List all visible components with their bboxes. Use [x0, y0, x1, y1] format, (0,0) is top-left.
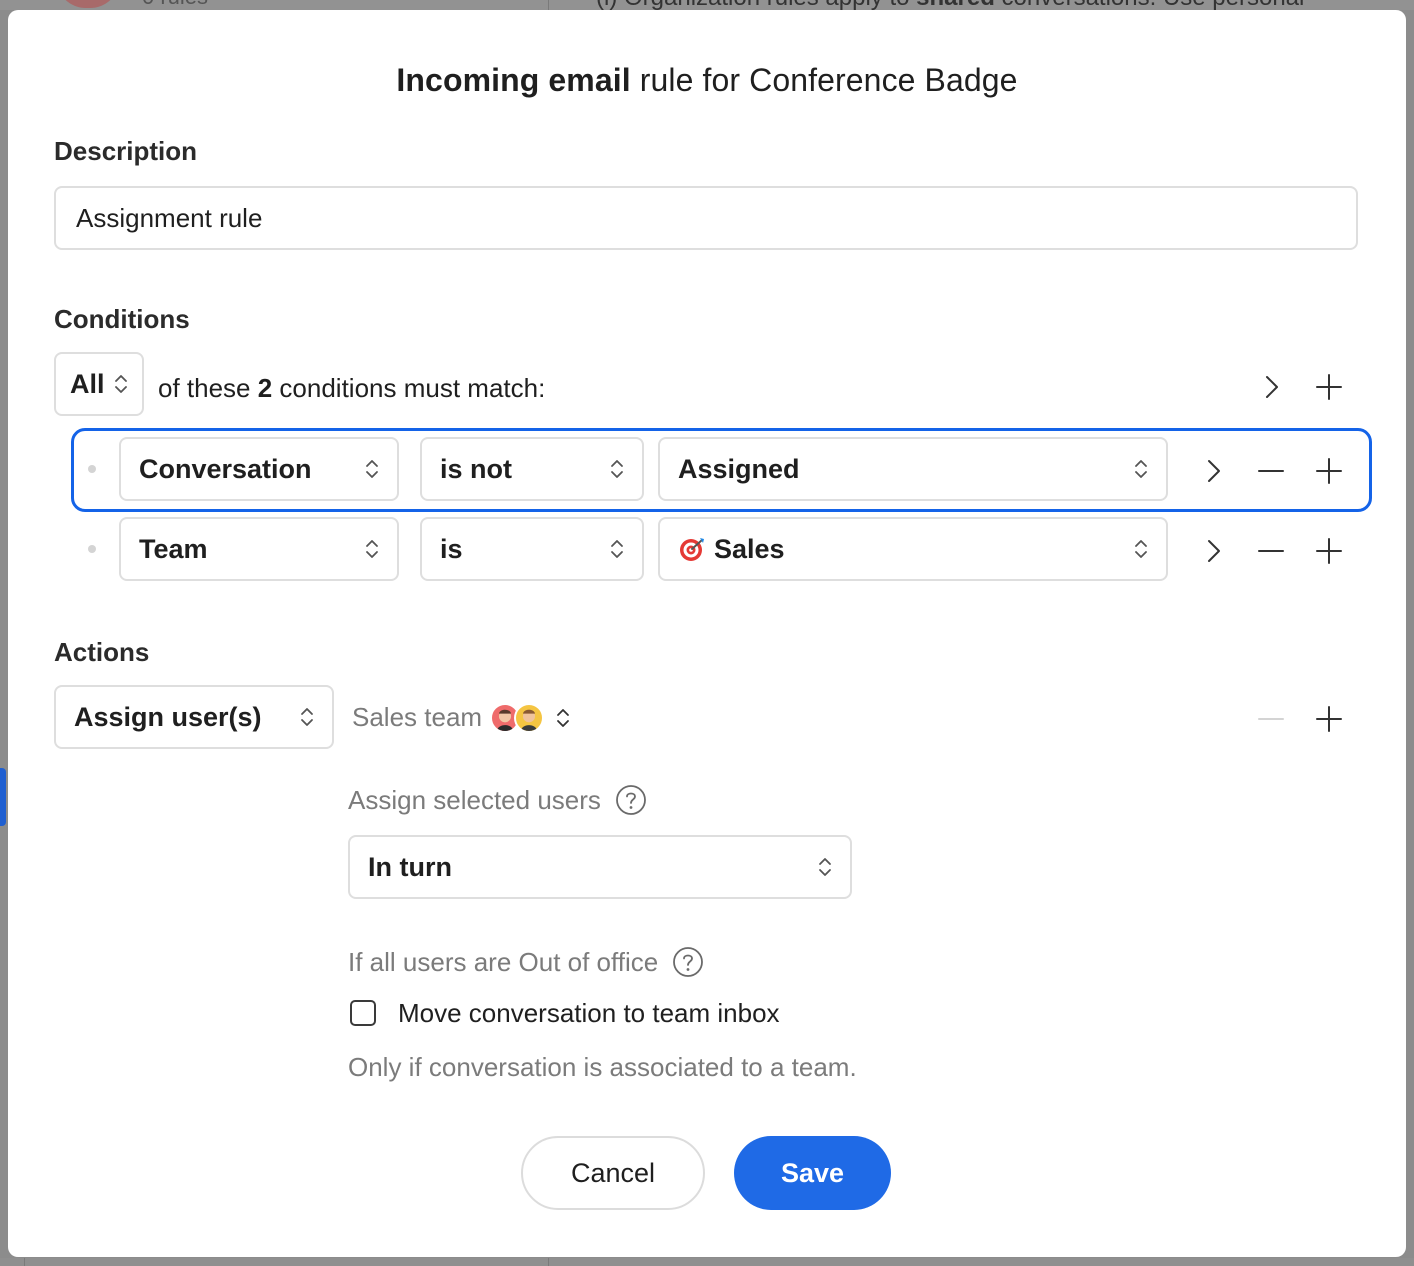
move-to-team-inbox-label[interactable]: Move conversation to team inbox — [398, 998, 780, 1029]
user-face-icon — [521, 709, 537, 731]
match-mode-select[interactable]: All — [54, 352, 144, 416]
updown-chevron-icon — [1135, 460, 1147, 478]
description-label: Description — [54, 136, 198, 166]
minus-icon — [1258, 718, 1284, 720]
condition-expand-button[interactable] — [1198, 536, 1228, 566]
help-icon[interactable] — [615, 784, 647, 816]
action-type-select[interactable]: Assign user(s) — [54, 685, 334, 749]
condition-value-value: Sales — [714, 533, 785, 564]
avatar — [514, 702, 545, 733]
condition-operator-value: is — [440, 533, 463, 564]
condition-field-value: Conversation — [139, 453, 312, 484]
minus-icon — [1258, 470, 1284, 472]
out-of-office-label: If all users are Out of office — [348, 946, 704, 978]
add-condition-group-button[interactable] — [1314, 372, 1344, 402]
condition-field-select[interactable]: Team — [119, 517, 399, 581]
updown-chevron-icon — [115, 375, 127, 393]
plus-icon — [1316, 374, 1342, 400]
condition-expand-button[interactable] — [1198, 456, 1228, 486]
assign-mode-label: Assign selected users — [348, 784, 647, 816]
background-page: 0 rules (i) Organization rules apply to … — [0, 0, 1414, 10]
cancel-button[interactable]: Cancel — [521, 1136, 705, 1210]
match-mode-value: All — [70, 368, 105, 399]
action-type-value: Assign user(s) — [74, 701, 262, 732]
background-divider — [548, 0, 549, 10]
remove-condition-button[interactable] — [1256, 456, 1286, 486]
minus-icon — [1258, 550, 1284, 552]
remove-condition-button[interactable] — [1256, 536, 1286, 566]
updown-chevron-icon — [366, 540, 378, 558]
rule-modal: Incoming email rule for Conference Badge… — [8, 10, 1406, 1257]
chevron-right-icon — [1208, 540, 1220, 562]
chevron-right-icon — [1208, 460, 1220, 482]
condition-operator-value: is not — [440, 453, 512, 484]
updown-chevron-icon — [611, 540, 623, 558]
condition-bullet — [88, 465, 96, 473]
team-association-hint: Only if conversation is associated to a … — [348, 1052, 857, 1082]
assignee-avatars — [490, 702, 545, 733]
updown-chevron-icon — [819, 858, 831, 876]
updown-chevron-icon — [1135, 540, 1147, 558]
condition-operator-select[interactable]: is not — [420, 437, 644, 501]
updown-chevron-icon — [366, 460, 378, 478]
assignee-value: Sales team — [352, 702, 483, 732]
modal-title: Incoming email rule for Conference Badge — [396, 62, 1018, 98]
plus-icon — [1316, 706, 1342, 732]
plus-icon — [1316, 458, 1342, 484]
background-avatar — [56, 0, 120, 8]
condition-value-select[interactable]: Assigned — [658, 437, 1168, 501]
add-action-button[interactable] — [1314, 704, 1344, 734]
condition-operator-select[interactable]: is — [420, 517, 644, 581]
condition-bullet — [88, 545, 96, 553]
add-condition-button[interactable] — [1314, 456, 1344, 486]
remove-action-button[interactable] — [1256, 704, 1286, 734]
background-divider — [24, 1258, 25, 1266]
assign-mode-value: In turn — [368, 851, 452, 882]
condition-field-value: Team — [139, 533, 208, 564]
chevron-right-icon — [1266, 376, 1278, 398]
target-icon — [680, 538, 704, 561]
actions-label: Actions — [54, 637, 150, 667]
background-divider — [548, 1258, 549, 1266]
condition-field-select[interactable]: Conversation — [119, 437, 399, 501]
background-side-tab — [0, 768, 6, 826]
updown-chevron-icon — [301, 708, 313, 726]
description-input[interactable] — [54, 186, 1358, 250]
assign-mode-select[interactable]: In turn — [348, 835, 852, 899]
assignee-select[interactable]: Sales team — [352, 702, 570, 733]
updown-chevron-icon — [611, 460, 623, 478]
background-note: (i) Organization rules apply to shared c… — [596, 0, 1304, 10]
match-description: of these 2 conditions must match: — [158, 373, 546, 403]
background-rules-count: 0 rules — [142, 0, 208, 10]
condition-value-value: Assigned — [678, 453, 800, 484]
save-button[interactable]: Save — [734, 1136, 891, 1210]
conditions-label: Conditions — [54, 304, 190, 334]
add-condition-button[interactable] — [1314, 536, 1344, 566]
updown-chevron-icon — [557, 708, 569, 727]
help-icon[interactable] — [672, 946, 704, 978]
condition-value-select[interactable]: Sales — [658, 517, 1168, 581]
background-bottom — [0, 1258, 1414, 1266]
group-expand-button[interactable] — [1256, 372, 1286, 402]
move-to-team-inbox-checkbox[interactable] — [350, 1000, 376, 1026]
plus-icon — [1316, 538, 1342, 564]
